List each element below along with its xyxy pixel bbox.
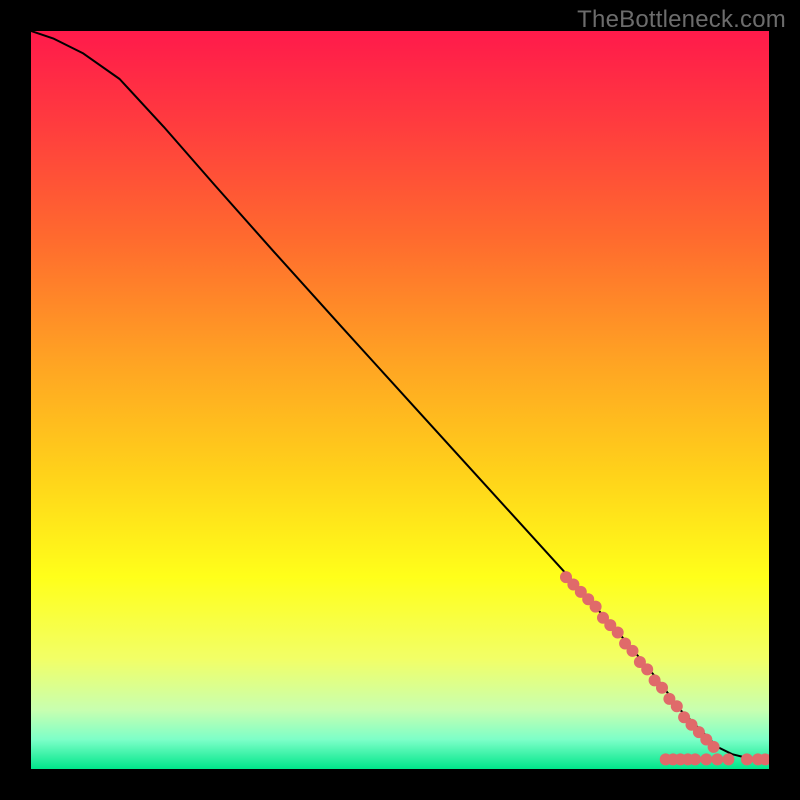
scatter-point: [612, 627, 624, 639]
scatter-point: [708, 741, 720, 753]
scatter-point: [741, 753, 753, 765]
scatter-point: [641, 663, 653, 675]
scatter-point: [590, 601, 602, 613]
curve-path: [31, 31, 769, 759]
chart-overlay: [31, 31, 769, 769]
scatter-point: [671, 700, 683, 712]
plot-area: [31, 31, 769, 769]
scatter-point: [689, 753, 701, 765]
scatter-point: [711, 753, 723, 765]
scatter-point: [722, 753, 734, 765]
watermark-text: TheBottleneck.com: [577, 6, 786, 34]
scatter-point: [627, 645, 639, 657]
scatter-point: [700, 753, 712, 765]
chart-frame: TheBottleneck.com: [0, 0, 800, 800]
scatter-point: [656, 682, 668, 694]
